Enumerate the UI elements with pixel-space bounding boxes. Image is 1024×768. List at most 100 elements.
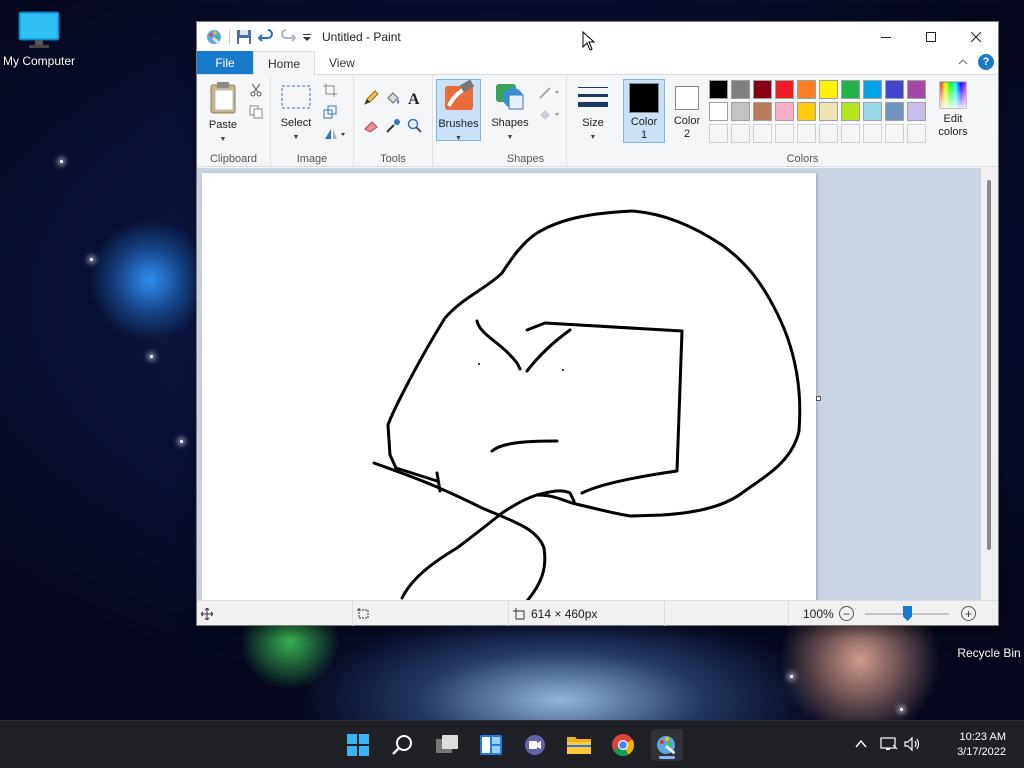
tab-view[interactable]: View <box>315 51 369 74</box>
custom-color-slot[interactable] <box>907 124 926 143</box>
custom-color-slot[interactable] <box>885 124 904 143</box>
search-icon <box>392 735 412 755</box>
custom-color-slot[interactable] <box>775 124 794 143</box>
canvas-resize-handle-right[interactable] <box>816 396 821 401</box>
eraser-button[interactable] <box>362 117 380 135</box>
color2-button[interactable]: Color 2 <box>667 79 707 143</box>
clock[interactable]: 10:23 AM 3/17/2022 <box>936 730 1006 760</box>
color1-button[interactable]: Color 1 <box>623 79 665 143</box>
shapes-button[interactable]: Shapes ▼ <box>489 81 531 144</box>
palette-swatch[interactable] <box>709 80 728 99</box>
palette-swatch[interactable] <box>797 102 816 121</box>
custom-color-slot[interactable] <box>731 124 750 143</box>
crop-button[interactable] <box>321 81 339 99</box>
task-view-button[interactable] <box>431 729 463 761</box>
crop-icon <box>323 83 337 97</box>
pencil-button[interactable] <box>362 89 380 107</box>
paint-app-icon[interactable] <box>205 28 223 46</box>
custom-color-slot[interactable] <box>709 124 728 143</box>
title-bar[interactable]: Untitled - Paint <box>197 22 998 52</box>
empty-status-cell <box>669 601 789 626</box>
custom-color-slot[interactable] <box>753 124 772 143</box>
palette-swatch[interactable] <box>863 80 882 99</box>
line-size-icon <box>578 87 608 107</box>
vertical-scrollbar[interactable] <box>981 168 998 600</box>
resize-button[interactable] <box>321 103 339 121</box>
paint-window: Untitled - Paint File Home View ? Paste … <box>196 21 999 626</box>
fill-button[interactable] <box>384 89 402 107</box>
cut-button[interactable] <box>247 81 265 99</box>
select-dropdown-arrow: ▼ <box>292 134 300 141</box>
palette-swatch[interactable] <box>863 102 882 121</box>
custom-color-slot[interactable] <box>863 124 882 143</box>
palette-swatch[interactable] <box>841 80 860 99</box>
text-icon: A <box>408 91 420 106</box>
paste-button[interactable]: Paste ▼ <box>203 81 243 146</box>
palette-swatch[interactable] <box>907 80 926 99</box>
widgets-button[interactable] <box>475 729 507 761</box>
minimize-button[interactable] <box>863 22 908 52</box>
save-icon[interactable] <box>236 29 252 45</box>
network-button[interactable] <box>880 736 898 755</box>
drawing-canvas[interactable] <box>202 173 816 600</box>
close-button[interactable] <box>953 22 998 52</box>
zoom-out-button[interactable]: − <box>839 606 854 621</box>
tab-file[interactable]: File <box>197 51 253 74</box>
start-button[interactable] <box>342 729 374 761</box>
image-size-cell: 614 × 460px <box>513 601 665 626</box>
fill-style-button[interactable] <box>537 105 563 123</box>
magnifier-icon <box>407 118 422 133</box>
custom-color-slot[interactable] <box>819 124 838 143</box>
maximize-button[interactable] <box>908 22 953 52</box>
separator <box>229 29 230 45</box>
palette-swatch[interactable] <box>907 102 926 121</box>
select-button[interactable]: Select ▼ <box>275 83 317 144</box>
palette-swatch[interactable] <box>753 102 772 121</box>
edit-colors-button[interactable]: Edit colors <box>931 81 975 139</box>
palette-swatch[interactable] <box>885 80 904 99</box>
palette-swatch[interactable] <box>775 102 794 121</box>
brushes-button[interactable]: Brushes ▼ <box>436 79 481 142</box>
palette-swatch[interactable] <box>753 80 772 99</box>
volume-button[interactable] <box>904 736 922 755</box>
clock-date: 3/17/2022 <box>957 746 1006 758</box>
copy-button[interactable] <box>247 103 265 121</box>
palette-swatch[interactable] <box>709 102 728 121</box>
custom-color-slot[interactable] <box>841 124 860 143</box>
clock-time: 10:23 AM <box>959 731 1006 743</box>
file-explorer-button[interactable] <box>563 729 595 761</box>
redo-icon[interactable] <box>280 29 296 45</box>
help-icon[interactable]: ? <box>978 54 994 70</box>
desktop-icon-recycle-bin[interactable]: Recycle Bin <box>944 646 1024 660</box>
customize-qat-icon[interactable] <box>302 29 312 45</box>
palette-swatch[interactable] <box>841 102 860 121</box>
rotate-button[interactable] <box>321 125 349 143</box>
teams-chat-button[interactable] <box>519 729 551 761</box>
paint-taskbar-button[interactable] <box>651 729 683 761</box>
palette-swatch[interactable] <box>797 80 816 99</box>
palette-swatch[interactable] <box>885 102 904 121</box>
magnifier-button[interactable] <box>406 117 424 135</box>
chrome-button[interactable] <box>607 729 639 761</box>
scrollbar-thumb[interactable] <box>987 180 991 550</box>
zoom-slider-thumb[interactable] <box>903 606 912 621</box>
undo-icon[interactable] <box>258 29 274 45</box>
size-button[interactable]: Size ▼ <box>573 85 613 144</box>
palette-swatch[interactable] <box>775 80 794 99</box>
palette-swatch[interactable] <box>819 102 838 121</box>
zoom-percent: 100% <box>803 607 834 621</box>
desktop-icon-my-computer[interactable]: My Computer <box>0 10 84 68</box>
custom-color-slot[interactable] <box>797 124 816 143</box>
palette-swatch[interactable] <box>731 80 750 99</box>
zoom-in-button[interactable]: + <box>961 606 976 621</box>
tab-home[interactable]: Home <box>253 51 316 75</box>
paint-bucket-icon <box>387 92 399 104</box>
minimize-ribbon-icon[interactable] <box>958 58 968 66</box>
outline-button[interactable] <box>537 83 563 101</box>
palette-swatch[interactable] <box>819 80 838 99</box>
text-button[interactable]: A <box>406 89 424 107</box>
show-hidden-icons-button[interactable] <box>854 737 870 753</box>
palette-swatch[interactable] <box>731 102 750 121</box>
color-picker-button[interactable] <box>384 117 402 135</box>
search-button[interactable] <box>387 729 419 761</box>
